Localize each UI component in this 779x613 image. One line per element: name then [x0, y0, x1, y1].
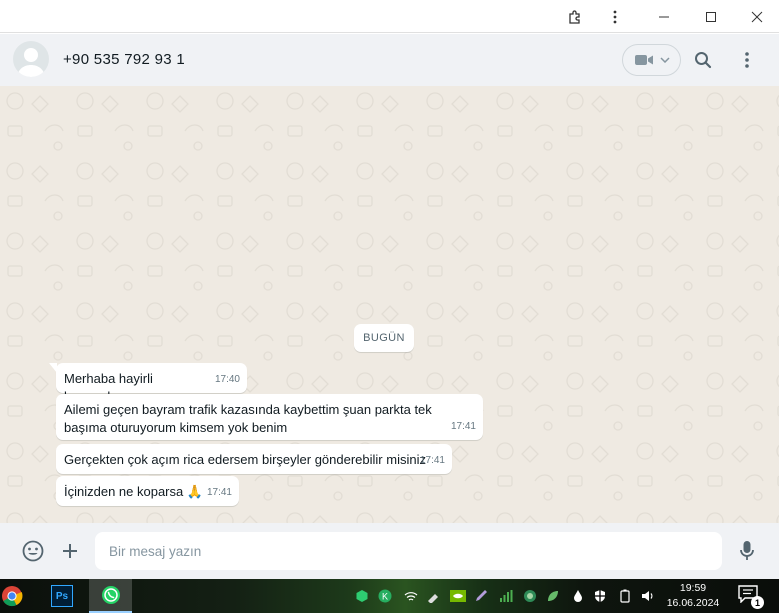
message-bubble[interactable]: Gerçekten çok açım rica edersem birşeyle… [56, 444, 452, 474]
chat-menu-icon[interactable] [735, 48, 759, 72]
message-text: İçinizden ne koparsa 🙏 [64, 484, 204, 499]
chat-messages-area[interactable]: BUGÜN Merhaba hayirli bayramlar 17:40 Ai… [0, 86, 779, 523]
window-titlebar [0, 0, 779, 33]
browser-menu-icon[interactable] [592, 0, 638, 33]
message-text: Ailemi geçen bayram trafik kazasında kay… [64, 402, 432, 435]
svg-text:K: K [382, 592, 388, 602]
notification-center-icon[interactable]: 1 [738, 585, 764, 609]
search-icon[interactable] [691, 48, 715, 72]
emoji-icon[interactable] [21, 539, 45, 563]
clock-date: 16.06.2024 [666, 597, 720, 609]
message-bubble[interactable]: Ailemi geçen bayram trafik kazasında kay… [56, 394, 483, 440]
message-input[interactable] [95, 532, 722, 570]
video-call-button[interactable] [622, 44, 681, 76]
wifi-icon[interactable] [403, 588, 419, 604]
clock-time: 19:59 [679, 582, 707, 594]
tray-icon-k[interactable]: K [377, 588, 393, 604]
photoshop-icon[interactable]: Ps [48, 582, 76, 610]
message-time: 17:41 [419, 455, 445, 466]
close-icon[interactable] [734, 0, 779, 33]
nvidia-icon[interactable] [450, 588, 466, 604]
photoshop-label: Ps [51, 585, 73, 607]
taskbar-clock[interactable]: 19:59 16.06.2024 [658, 579, 728, 613]
microphone-icon[interactable] [735, 539, 759, 563]
notification-count: 1 [751, 596, 764, 609]
chevron-down-icon [659, 57, 670, 63]
maximize-icon[interactable] [688, 0, 734, 33]
chat-header: +90 535 792 93 1 [0, 34, 779, 86]
avatar[interactable] [13, 41, 49, 77]
shield-icon[interactable] [592, 588, 608, 604]
whatsapp-taskbar-button[interactable] [89, 579, 132, 613]
bubble-tail [49, 363, 57, 373]
whatsapp-icon [101, 586, 120, 604]
message-time: 17:40 [214, 374, 240, 385]
volume-icon[interactable] [640, 588, 656, 604]
tray-icon-green[interactable] [354, 588, 370, 604]
tray-icon-leaf[interactable] [545, 588, 561, 604]
message-time: 17:41 [450, 421, 476, 432]
windows-taskbar: Ps K 19:59 16.06.2024 1 [0, 579, 779, 613]
video-camera-icon [634, 55, 653, 65]
minimize-icon[interactable] [641, 0, 687, 33]
chrome-icon[interactable] [0, 582, 26, 610]
message-time: 17:41 [206, 487, 232, 498]
tray-icon-pen[interactable] [473, 588, 489, 604]
message-bubble[interactable]: İçinizden ne koparsa 🙏 17:41 [56, 476, 239, 506]
message-composer [0, 523, 779, 579]
signal-icon[interactable] [498, 588, 514, 604]
message-text: Gerçekten çok açım rica edersem birşeyle… [64, 452, 426, 467]
tray-icon-drop[interactable] [570, 588, 586, 604]
tray-icon-globe[interactable] [522, 588, 538, 604]
date-divider: BUGÜN [354, 324, 414, 352]
attach-plus-icon[interactable] [58, 539, 82, 563]
contact-name[interactable]: +90 535 792 93 1 [63, 51, 185, 68]
battery-icon[interactable] [617, 588, 633, 604]
message-bubble[interactable]: Merhaba hayirli bayramlar 17:40 [49, 363, 247, 404]
tray-icon-tool[interactable] [425, 588, 441, 604]
